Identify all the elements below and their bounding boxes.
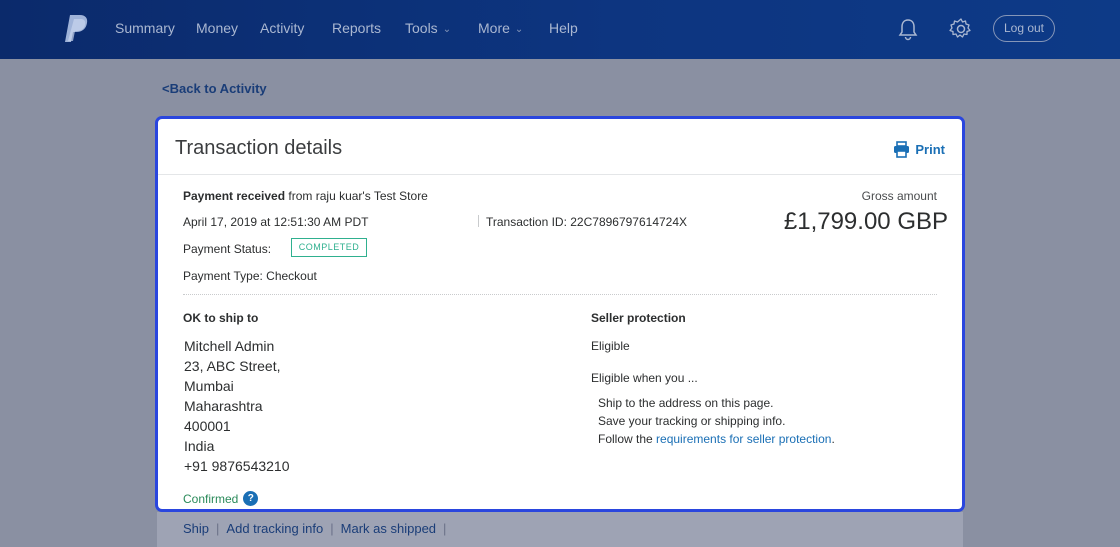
address-city: Mumbai (184, 378, 234, 394)
page-title: Transaction details (175, 137, 343, 159)
transaction-details-card: Transaction details Print Payment receiv… (155, 116, 965, 512)
gross-amount-label: Gross amount (861, 189, 937, 203)
print-button[interactable]: Print (893, 141, 945, 158)
address-phone: +91 9876543210 (184, 458, 290, 474)
nav-more[interactable]: More ⌄ (478, 20, 523, 36)
shipping-actions: Ship | Add tracking info | Mark as shipped | (183, 521, 447, 536)
address-state: Maharashtra (184, 398, 263, 414)
add-tracking-link[interactable]: Add tracking info (226, 521, 323, 536)
nav-tools[interactable]: Tools ⌄ (405, 20, 451, 36)
logout-button[interactable]: Log out (993, 15, 1055, 42)
top-navigation-bar: Summary Money Activity Reports Tools ⌄ Mo… (0, 0, 1120, 59)
chevron-down-icon: ⌄ (442, 24, 452, 35)
eligible-when-text: Eligible when you ... (591, 371, 698, 385)
title-divider (158, 174, 962, 175)
shipping-address: Mitchell Admin 23, ABC Street, Mumbai Ma… (184, 336, 290, 476)
printer-icon (894, 141, 910, 158)
seller-protection-heading: Seller protection (591, 311, 686, 325)
gear-icon[interactable] (949, 17, 973, 41)
requirement-ship: Ship to the address on this page. (598, 396, 774, 410)
back-to-activity-link[interactable]: <Back to Activity (162, 81, 267, 96)
ship-link[interactable]: Ship (183, 521, 209, 536)
paypal-logo[interactable] (62, 14, 88, 44)
nav-summary[interactable]: Summary (115, 20, 175, 36)
status-badge: COMPLETED (291, 238, 367, 257)
gross-amount-value: £1,799.00 GBP (783, 208, 948, 235)
ship-to-heading: OK to ship to (183, 311, 259, 325)
address-postcode: 400001 (184, 418, 231, 434)
address-confirmed: Confirmed ? (183, 491, 259, 506)
address-street: 23, ABC Street, (184, 358, 281, 374)
nav-reports[interactable]: Reports (332, 20, 381, 36)
seller-protection-requirements-link[interactable]: requirements for seller protection (656, 432, 831, 446)
help-icon[interactable]: ? (243, 491, 259, 506)
nav-help[interactable]: Help (549, 20, 578, 36)
payment-type: Payment Type: Checkout (183, 269, 317, 283)
section-divider (183, 294, 937, 295)
payment-received-line: Payment received from raju kuar's Test S… (183, 189, 428, 203)
chevron-down-icon: ⌄ (514, 24, 524, 35)
requirement-follow: Follow the requirements for seller prote… (598, 432, 835, 446)
requirement-tracking: Save your tracking or shipping info. (598, 414, 786, 428)
payment-status-label: Payment Status: (183, 242, 272, 256)
bell-icon[interactable] (897, 17, 919, 41)
nav-activity[interactable]: Activity (260, 20, 304, 36)
address-country: India (184, 438, 215, 454)
nav-money[interactable]: Money (196, 20, 238, 36)
mark-as-shipped-link[interactable]: Mark as shipped (341, 521, 436, 536)
transaction-date: April 17, 2019 at 12:51:30 AM PDT (183, 215, 369, 229)
transaction-id: Transaction ID: 22C7896797614724X (486, 215, 688, 229)
separator (478, 215, 479, 227)
seller-protection-status: Eligible (591, 339, 630, 353)
address-name: Mitchell Admin (184, 338, 275, 354)
